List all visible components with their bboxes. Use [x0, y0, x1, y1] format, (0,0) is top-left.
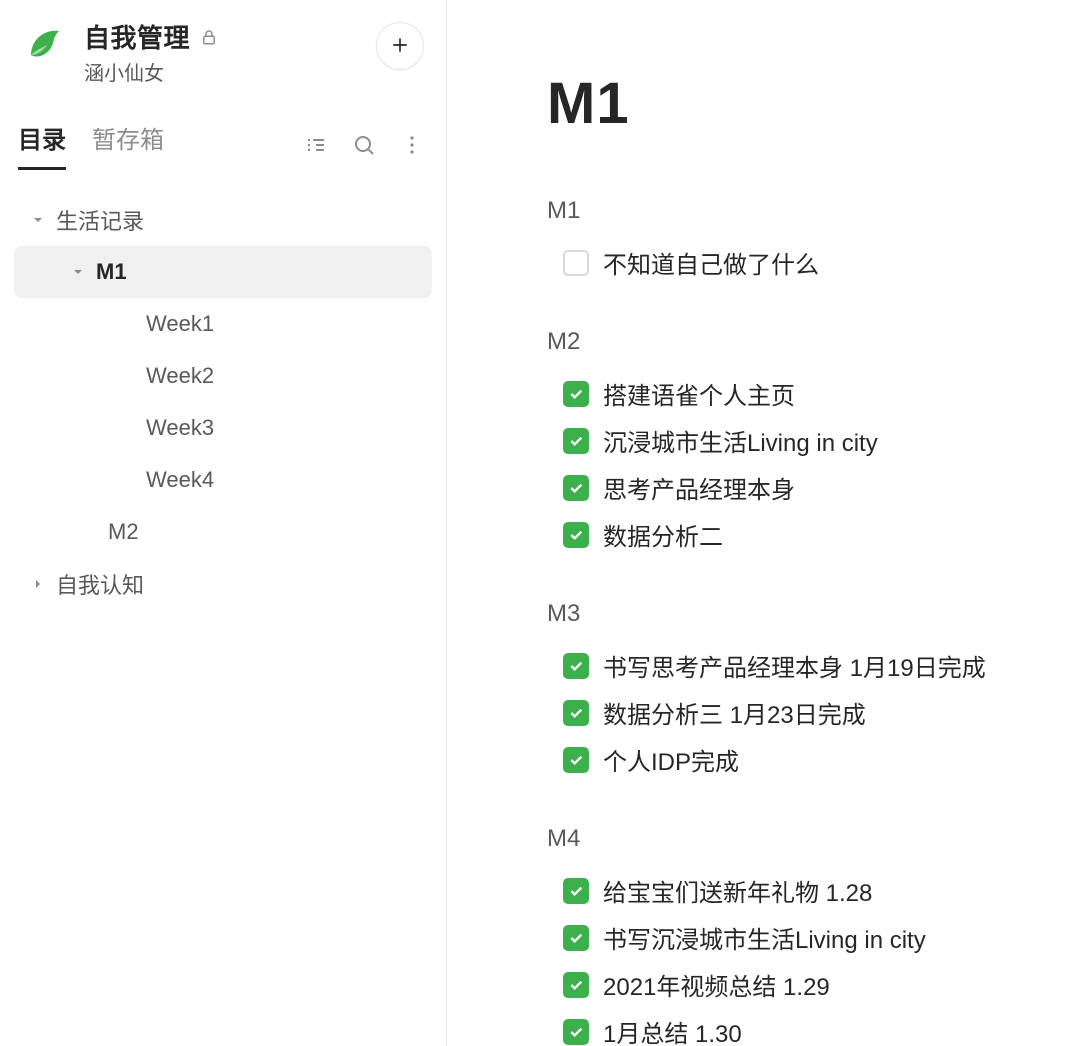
task-text: 1月总结 1.30: [603, 1014, 742, 1046]
tree-label: Week3: [146, 415, 214, 441]
tab-draftbox[interactable]: 暂存箱: [92, 120, 164, 170]
checkbox-checked-icon[interactable]: [563, 747, 589, 773]
tree-item-self-know[interactable]: 自我认知: [14, 558, 432, 610]
section-m4: M4 给宝宝们送新年礼物 1.28 书写沉浸城市生活Living in city…: [547, 825, 1040, 1046]
add-button[interactable]: [376, 22, 424, 70]
bird-logo-icon: [18, 18, 70, 70]
tree-label: Week4: [146, 467, 214, 493]
task-row[interactable]: 搭建语雀个人主页: [547, 370, 1040, 417]
page-title: M1: [547, 70, 1040, 137]
section-heading: M4: [547, 825, 1040, 853]
task-text: 数据分析二: [603, 517, 723, 552]
tree-item-week2[interactable]: Week2: [14, 350, 432, 402]
tree-item-week1[interactable]: Week1: [14, 298, 432, 350]
task-text: 书写思考产品经理本身 1月19日完成: [603, 648, 986, 683]
main-content: M1 M1 不知道自己做了什么 M2 搭建语雀个人主页 沉浸城市生活Living…: [447, 0, 1080, 1046]
caret-down-icon: [30, 215, 46, 225]
tree-item-m2[interactable]: M2: [14, 506, 432, 558]
task-row[interactable]: 书写思考产品经理本身 1月19日完成: [547, 642, 1040, 689]
checkbox-checked-icon[interactable]: [563, 428, 589, 454]
search-icon[interactable]: [352, 133, 376, 157]
tree-label: Week2: [146, 363, 214, 389]
checkbox-checked-icon[interactable]: [563, 972, 589, 998]
section-heading: M1: [547, 197, 1040, 225]
lock-icon: [200, 28, 218, 46]
caret-down-icon: [70, 267, 86, 277]
section-m3: M3 书写思考产品经理本身 1月19日完成 数据分析三 1月23日完成 个人ID…: [547, 600, 1040, 783]
task-row[interactable]: 书写沉浸城市生活Living in city: [547, 914, 1040, 961]
task-row[interactable]: 给宝宝们送新年礼物 1.28: [547, 867, 1040, 914]
task-row[interactable]: 不知道自己做了什么: [547, 239, 1040, 286]
checkbox-checked-icon[interactable]: [563, 381, 589, 407]
tree-nav: 生活记录 M1 Week1 Week2 Week3 Week4 M2 自我认: [0, 194, 446, 610]
task-row[interactable]: 数据分析三 1月23日完成: [547, 689, 1040, 736]
checkbox-checked-icon[interactable]: [563, 1019, 589, 1045]
checkbox-checked-icon[interactable]: [563, 653, 589, 679]
task-row[interactable]: 思考产品经理本身: [547, 464, 1040, 511]
task-row[interactable]: 1月总结 1.30: [547, 1008, 1040, 1046]
task-text: 沉浸城市生活Living in city: [603, 423, 878, 458]
tree-item-week3[interactable]: Week3: [14, 402, 432, 454]
section-m2: M2 搭建语雀个人主页 沉浸城市生活Living in city 思考产品经理本…: [547, 328, 1040, 558]
task-text: 2021年视频总结 1.29: [603, 967, 830, 1002]
tree-label: Week1: [146, 311, 214, 337]
outline-icon[interactable]: [304, 133, 328, 157]
tree-item-m1[interactable]: M1: [14, 246, 432, 298]
tree-label: 生活记录: [56, 204, 144, 236]
task-text: 数据分析三 1月23日完成: [603, 695, 866, 730]
checkbox-checked-icon[interactable]: [563, 925, 589, 951]
task-text: 个人IDP完成: [603, 742, 739, 777]
task-row[interactable]: 个人IDP完成: [547, 736, 1040, 783]
sidebar-tabs: 目录 暂存箱: [18, 120, 282, 170]
checkbox-checked-icon[interactable]: [563, 700, 589, 726]
checkbox-checked-icon[interactable]: [563, 878, 589, 904]
checkbox-checked-icon[interactable]: [563, 475, 589, 501]
section-heading: M2: [547, 328, 1040, 356]
tab-catalog[interactable]: 目录: [18, 120, 66, 170]
task-text: 搭建语雀个人主页: [603, 376, 795, 411]
tree-item-life-record[interactable]: 生活记录: [14, 194, 432, 246]
sidebar: 自我管理 涵小仙女 目录 暂存箱: [0, 0, 447, 1046]
notebook-title-block: 自我管理 涵小仙女: [84, 18, 362, 86]
tree-label: 自我认知: [56, 568, 144, 600]
caret-right-icon: [30, 579, 46, 589]
section-heading: M3: [547, 600, 1040, 628]
tree-label: M2: [108, 519, 139, 545]
task-row[interactable]: 沉浸城市生活Living in city: [547, 417, 1040, 464]
tree-label: M1: [96, 259, 127, 285]
more-vertical-icon[interactable]: [400, 133, 424, 157]
sidebar-header: 自我管理 涵小仙女: [0, 18, 446, 86]
author-name: 涵小仙女: [84, 57, 362, 86]
task-row[interactable]: 数据分析二: [547, 511, 1040, 558]
task-text: 思考产品经理本身: [603, 470, 795, 505]
checkbox-checked-icon[interactable]: [563, 522, 589, 548]
task-text: 不知道自己做了什么: [603, 245, 819, 280]
task-text: 给宝宝们送新年礼物 1.28: [603, 873, 872, 908]
task-row[interactable]: 2021年视频总结 1.29: [547, 961, 1040, 1008]
checkbox-unchecked-icon[interactable]: [563, 250, 589, 276]
sidebar-tabs-row: 目录 暂存箱: [0, 120, 446, 170]
notebook-title: 自我管理: [84, 18, 190, 55]
plus-icon: [390, 30, 410, 62]
section-m1: M1 不知道自己做了什么: [547, 197, 1040, 286]
task-text: 书写沉浸城市生活Living in city: [603, 920, 926, 955]
tree-item-week4[interactable]: Week4: [14, 454, 432, 506]
